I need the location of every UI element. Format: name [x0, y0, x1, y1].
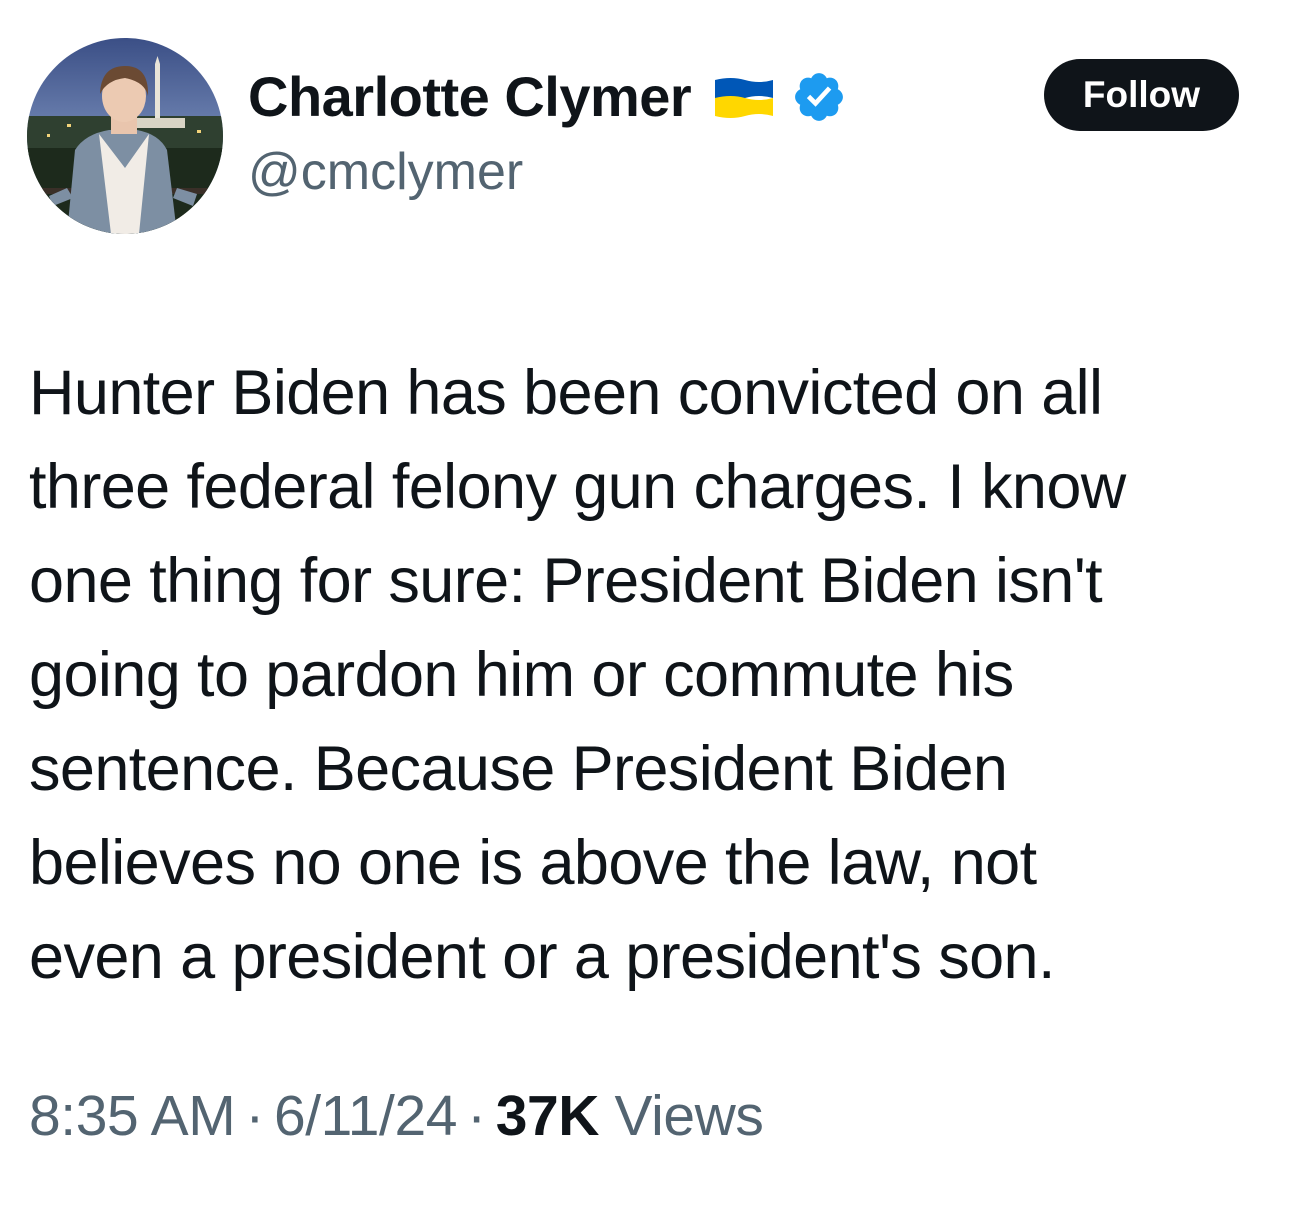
views-count: 37K [495, 1084, 600, 1148]
tweet-card: Charlotte Clymer @cmclymer Follow Hunter… [0, 0, 1290, 1209]
follow-button[interactable]: Follow [1044, 59, 1239, 131]
meta-separator: · [467, 1084, 486, 1148]
ukraine-flag-icon [711, 74, 777, 120]
avatar-photo [27, 38, 223, 234]
views-label: Views [614, 1084, 764, 1148]
author-name-row: Charlotte Clymer [248, 62, 847, 132]
avatar[interactable] [27, 38, 223, 234]
tweet-text: Hunter Biden has been convicted on all t… [29, 358, 1126, 992]
tweet-date[interactable]: 6/11/24 [274, 1084, 458, 1148]
author-handle[interactable]: @cmclymer [248, 146, 523, 198]
tweet-meta: 8:35 AM · 6/11/24 · 37K Views [29, 1088, 764, 1145]
meta-separator: · [245, 1084, 264, 1148]
verified-badge-icon[interactable] [791, 69, 847, 125]
author-display-name[interactable]: Charlotte Clymer [248, 69, 692, 125]
tweet-time[interactable]: 8:35 AM [29, 1084, 236, 1148]
